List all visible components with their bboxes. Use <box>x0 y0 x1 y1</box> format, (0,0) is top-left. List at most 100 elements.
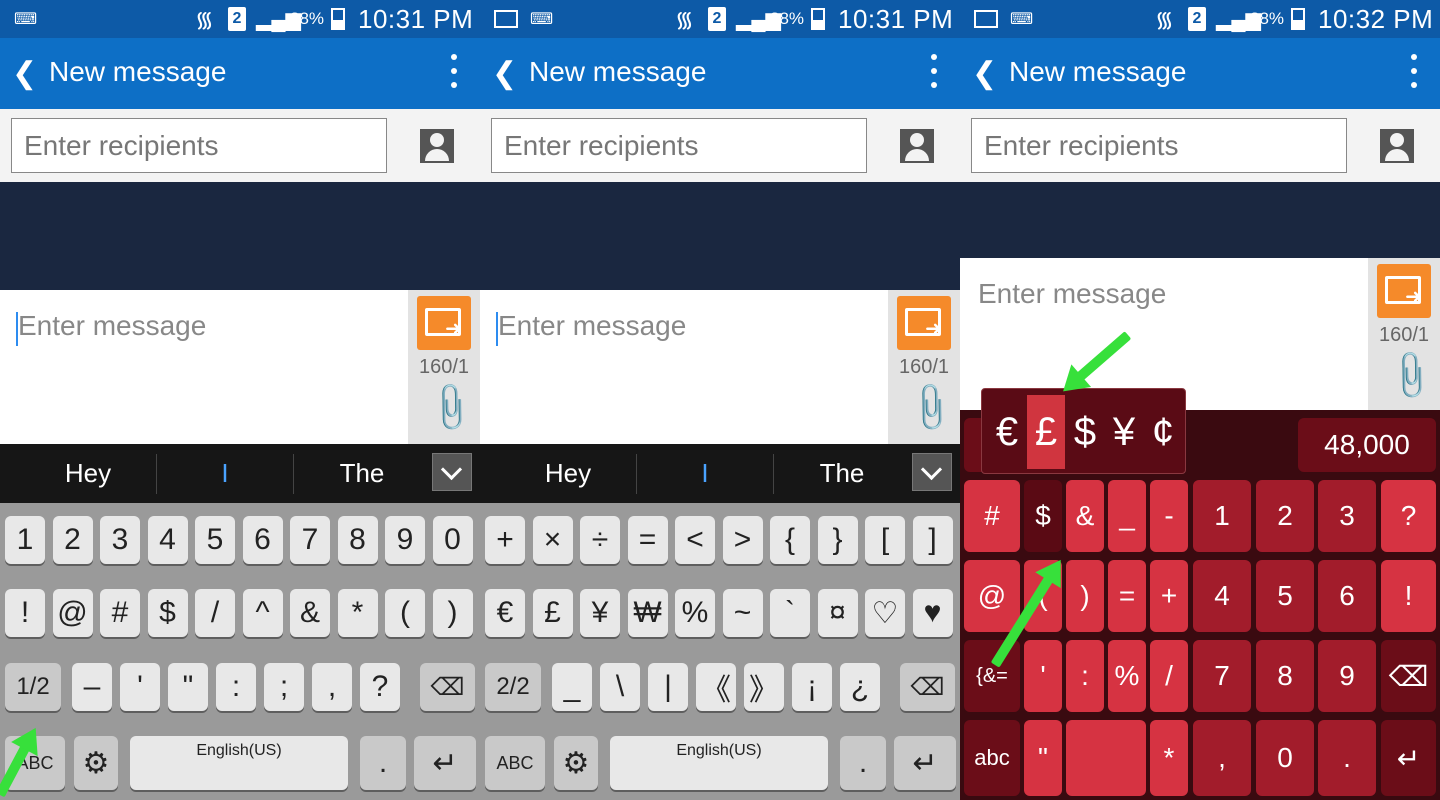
key[interactable]: ! <box>5 589 45 637</box>
currency-option[interactable]: ¢ <box>1144 395 1182 469</box>
currency-option[interactable]: ¥ <box>1105 395 1143 469</box>
currency-option[interactable]: £ <box>1027 395 1065 469</box>
key[interactable]: # <box>964 480 1020 552</box>
key[interactable]: $ <box>1024 480 1062 552</box>
key[interactable]: % <box>1108 640 1146 712</box>
key[interactable]: ) <box>1066 560 1104 632</box>
key[interactable]: & <box>290 589 330 637</box>
key[interactable]: { <box>770 516 810 564</box>
back-icon[interactable]: ❮ <box>12 56 37 91</box>
key[interactable]: 6 <box>242 516 283 564</box>
key[interactable]: : <box>216 663 256 711</box>
key[interactable]: 1 <box>1193 480 1251 552</box>
key[interactable]: ; <box>264 663 304 711</box>
send-icon[interactable] <box>417 296 471 350</box>
key[interactable]: – <box>72 663 112 711</box>
message-input[interactable]: Enter message <box>498 310 686 342</box>
settings-icon[interactable]: ⚙ <box>74 736 118 790</box>
key[interactable]: , <box>312 663 352 711</box>
expand-suggestions-icon[interactable] <box>912 453 952 491</box>
key[interactable]: " <box>1024 720 1062 796</box>
key[interactable]: : <box>1066 640 1104 712</box>
recipients-input[interactable]: Enter recipients <box>971 118 1347 173</box>
key[interactable]: = <box>627 516 668 564</box>
key[interactable]: > <box>722 516 763 564</box>
key[interactable]: } <box>817 516 858 564</box>
message-input[interactable]: Enter message <box>978 278 1166 310</box>
key[interactable]: ♥ <box>912 589 953 637</box>
attach-icon[interactable]: 📎 <box>902 379 960 437</box>
key[interactable]: 0 <box>432 516 473 564</box>
key[interactable]: 3 <box>1318 480 1376 552</box>
contact-icon[interactable] <box>420 129 454 163</box>
key[interactable]: [ <box>865 516 905 564</box>
period-key[interactable]: . <box>360 736 406 790</box>
key[interactable]: ¿ <box>840 663 880 711</box>
key[interactable]: 0 <box>1256 720 1314 796</box>
key[interactable]: * <box>337 589 378 637</box>
key[interactable]: 9 <box>1318 640 1376 712</box>
key[interactable]: 7 <box>1193 640 1251 712</box>
key[interactable]: {&= <box>964 640 1020 712</box>
key[interactable]: 7 <box>290 516 330 564</box>
abc-key[interactable]: ABC <box>485 736 545 790</box>
suggestion-item[interactable]: I <box>637 444 773 503</box>
key[interactable]: ¥ <box>580 589 620 637</box>
back-icon[interactable]: ❮ <box>972 56 997 91</box>
settings-icon[interactable]: ⚙ <box>554 736 598 790</box>
key[interactable]: 5 <box>1256 560 1314 632</box>
key[interactable]: = <box>1108 560 1146 632</box>
backspace-key[interactable]: ⌫ <box>900 663 955 711</box>
key[interactable]: 《 <box>696 663 736 711</box>
more-options-icon[interactable] <box>930 54 938 94</box>
space-key[interactable]: English(US) <box>610 736 828 790</box>
key[interactable]: + <box>485 516 525 564</box>
key[interactable]: ! <box>1381 560 1436 632</box>
recipients-input[interactable]: Enter recipients <box>491 118 867 173</box>
candidate[interactable]: 48,000 <box>1298 418 1436 472</box>
key[interactable]: \ <box>600 663 640 711</box>
send-icon[interactable] <box>1377 264 1431 318</box>
backspace-key[interactable]: ⌫ <box>420 663 475 711</box>
page-toggle-key[interactable]: 1/2 <box>5 663 61 711</box>
key[interactable]: 3 <box>100 516 140 564</box>
key[interactable]: # <box>100 589 140 637</box>
key[interactable]: × <box>532 516 573 564</box>
enter-icon[interactable]: ↵ <box>414 736 476 790</box>
key[interactable]: 2 <box>1256 480 1314 552</box>
key[interactable]: / <box>1150 640 1188 712</box>
key[interactable]: abc <box>964 720 1020 796</box>
send-icon[interactable] <box>897 296 951 350</box>
suggestion-item[interactable]: The <box>774 444 910 503</box>
back-icon[interactable]: ❮ <box>492 56 517 91</box>
key[interactable]: ] <box>912 516 953 564</box>
key[interactable]: ` <box>770 589 810 637</box>
key[interactable]: ¡ <box>792 663 832 711</box>
key[interactable]: 8 <box>337 516 378 564</box>
key[interactable]: . <box>1318 720 1376 796</box>
key[interactable]: ÷ <box>580 516 620 564</box>
key[interactable]: ' <box>120 663 160 711</box>
key[interactable]: ₩ <box>627 589 668 637</box>
period-key[interactable]: . <box>840 736 886 790</box>
key[interactable]: ¤ <box>817 589 858 637</box>
backspace-key[interactable]: ⌫ <box>1381 640 1436 712</box>
key[interactable]: % <box>675 589 715 637</box>
key[interactable]: / <box>195 589 235 637</box>
expand-suggestions-icon[interactable] <box>432 453 472 491</box>
recipients-input[interactable]: Enter recipients <box>11 118 387 173</box>
more-options-icon[interactable] <box>1410 54 1418 94</box>
contact-icon[interactable] <box>900 129 934 163</box>
key[interactable]: & <box>1066 480 1104 552</box>
key[interactable]: * <box>1150 720 1188 796</box>
currency-option[interactable]: € <box>988 395 1026 469</box>
key[interactable]: 2 <box>52 516 93 564</box>
key[interactable]: 6 <box>1318 560 1376 632</box>
key[interactable]: 5 <box>195 516 235 564</box>
key[interactable]: , <box>1193 720 1251 796</box>
space-key[interactable] <box>1066 720 1146 796</box>
enter-icon[interactable]: ↵ <box>894 736 956 790</box>
suggestion-item[interactable]: Hey <box>500 444 636 503</box>
key[interactable]: £ <box>532 589 573 637</box>
key[interactable]: " <box>168 663 208 711</box>
